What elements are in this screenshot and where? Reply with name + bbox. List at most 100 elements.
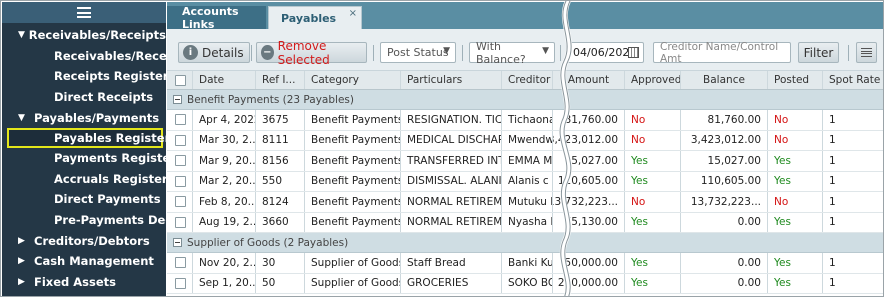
table-row[interactable]: Mar 30, 2... 8111 Benefit Payments MEDICAL … (167, 130, 883, 151)
row-checkbox-cell[interactable] (167, 110, 193, 130)
cell-category: Benefit Payments (305, 171, 401, 191)
table-row[interactable]: Apr 4, 2022 3675 Benefit Payments RESIGNATI… (167, 110, 883, 131)
cell-approved: Yes (625, 171, 681, 191)
creditor-search-input[interactable]: Creditor Name/Control Amt (653, 41, 791, 65)
sidebar-item-label: Cash Management (34, 254, 154, 269)
row-checkbox-cell[interactable] (167, 171, 193, 191)
column-header-approved[interactable]: Approved (625, 71, 681, 89)
table-row[interactable]: Sep 1, 20... 50 Supplier of Goods GROCERIES… (167, 273, 883, 294)
cell-spot-rate: 1 (829, 154, 836, 167)
cell-spot-rate: 1 (829, 195, 836, 208)
row-checkbox[interactable] (175, 155, 186, 167)
sidebar-item-receivables-receipts[interactable]: ▼ Receivables/Receipts (2, 25, 166, 46)
sidebar-item-payments-register[interactable]: Payments Register (2, 148, 176, 169)
sidebar-item-payables-register[interactable]: Payables Register (7, 127, 170, 148)
column-header-amount[interactable]: Amount (553, 71, 625, 89)
filter-button[interactable]: Filter (798, 42, 839, 63)
sidebar: ▼ Receivables/Receipts Receivables/Receipt… (2, 2, 194, 296)
cell-creditor: Mwendwa R (502, 130, 553, 150)
row-checkbox-cell[interactable] (167, 151, 193, 171)
sidebar-item-direct-receipts[interactable]: Direct Receipts (2, 87, 166, 108)
menu-toggle[interactable] (2, 2, 166, 23)
cell-posted: Yes (768, 273, 823, 293)
select-all-checkbox[interactable] (175, 74, 186, 86)
column-header-spot-rate[interactable]: Spot Rate (823, 71, 883, 89)
sidebar-item-label: Payables Register (54, 130, 171, 145)
row-checkbox[interactable] (175, 114, 186, 126)
table-row[interactable]: Feb 8, 20... 8124 Benefit Payments NORMAL R… (167, 192, 883, 213)
cell-creditor: Alanis c Smith (502, 171, 553, 191)
cell-approved: No (625, 192, 681, 212)
group-label: Benefit Payments (23 Payables) (187, 93, 354, 106)
row-checkbox-cell[interactable] (167, 253, 193, 273)
row-checkbox[interactable] (175, 216, 186, 228)
cell-particulars: NORMAL RETIREM... (401, 192, 502, 212)
details-button[interactable]: i Details (178, 42, 250, 63)
sidebar-item-accruals-register[interactable]: Accruals Register (2, 169, 168, 190)
cell-date: Aug 19, 2... (193, 212, 256, 232)
collapse-icon[interactable] (173, 238, 182, 247)
sidebar-item-fixed-assets[interactable]: ▶ Fixed Assets (2, 272, 166, 293)
cell-creditor: Tichaona P (502, 110, 553, 130)
tab-label: Payables (281, 11, 337, 25)
sidebar-item-creditors-debtors[interactable]: ▶ Creditors/Debtors (2, 230, 166, 251)
cell-balance: 0.00 (681, 212, 768, 232)
row-checkbox-cell[interactable] (167, 212, 193, 232)
cell-date: Feb 8, 20... (193, 192, 256, 212)
column-header-category[interactable]: Category (305, 71, 401, 89)
cell-approved: Yes (625, 212, 681, 232)
column-header-particulars[interactable]: Particulars (401, 71, 502, 89)
table-row[interactable]: Aug 19, 2... 3660 Benefit Payments NORMAL R… (167, 212, 883, 233)
group-header-row[interactable]: Benefit Payments (23 Payables) (167, 90, 883, 110)
row-checkbox-cell[interactable] (167, 130, 193, 150)
cell-approved: Yes (625, 151, 681, 171)
sidebar-item-direct-payments[interactable]: Direct Payments (2, 189, 166, 210)
row-checkbox[interactable] (175, 175, 186, 187)
sidebar-item-receipts-register[interactable]: Receipts Register (2, 66, 168, 87)
post-status-value: Post Status (387, 46, 449, 59)
row-checkbox-cell[interactable] (167, 192, 193, 212)
post-status-dropdown[interactable]: Post Status ▼ (380, 42, 456, 63)
row-checkbox[interactable] (175, 134, 186, 146)
cell-balance: 13,732,223... (681, 192, 768, 212)
column-header-posted[interactable]: Posted (768, 71, 823, 89)
sidebar-item-label: Accruals Register (54, 171, 168, 186)
column-header-balance[interactable]: Balance (681, 71, 768, 89)
column-header-date[interactable]: Date (193, 71, 256, 89)
tab-accounts-links[interactable]: Accounts Links (167, 5, 266, 31)
sidebar-item-label: Creditors/Debtors (34, 233, 150, 248)
collapse-icon[interactable] (173, 95, 182, 104)
caret-right-icon: ▶ (18, 276, 25, 287)
with-balance-dropdown[interactable]: With Balance? ▼ (469, 40, 555, 66)
cell-approved: No (625, 110, 681, 130)
sidebar-item-receivables-receipts[interactable]: Receivables/Receipts (2, 46, 191, 67)
column-menu-button[interactable] (856, 42, 877, 63)
row-checkbox[interactable] (175, 257, 186, 269)
tab-payables[interactable]: Payables × (268, 6, 362, 29)
table-row[interactable]: Mar 9, 20... 8156 Benefit Payments TRANSFER… (167, 151, 883, 172)
cell-approved: Yes (625, 273, 681, 293)
group-header-row[interactable]: Supplier of Goods (2 Payables) (167, 233, 883, 253)
sidebar-item-cash-management[interactable]: ▶ Cash Management (2, 251, 166, 272)
row-checkbox-cell[interactable] (167, 273, 193, 293)
sidebar-item-payables-payments[interactable]: ▼ Payables/Payments (2, 107, 166, 128)
column-header-creditor[interactable]: Creditor (502, 71, 553, 89)
row-checkbox[interactable] (175, 277, 186, 289)
sidebar-item-label: Payments Register (54, 151, 176, 166)
caret-right-icon: ▶ (18, 235, 25, 246)
sidebar-item-pre-payments-deduct[interactable]: Pre-Payments Deduct (2, 210, 194, 231)
select-all-checkbox-cell[interactable] (167, 71, 193, 89)
cell-approved: No (625, 130, 681, 150)
calendar-icon[interactable] (628, 47, 639, 58)
table-row[interactable]: Mar 2, 20... 550 Benefit Payments DISMISSAL… (167, 171, 883, 192)
cell-creditor: SOKO BOR (502, 273, 553, 293)
close-icon[interactable]: × (349, 8, 357, 19)
toolbar-divider (848, 45, 849, 61)
row-checkbox[interactable] (175, 196, 186, 208)
column-header-ref[interactable]: Ref I... (256, 71, 305, 89)
chevron-down-icon: ▼ (542, 46, 549, 56)
date-input[interactable]: 04/06/2022 (566, 42, 644, 63)
remove-selected-button[interactable]: − Remove Selected (256, 39, 367, 67)
table-row[interactable]: Nov 20, 2... 30 Supplier of Goods Staff Bre… (167, 253, 883, 274)
cell-particulars: MEDICAL DISCHAR... (401, 130, 502, 150)
